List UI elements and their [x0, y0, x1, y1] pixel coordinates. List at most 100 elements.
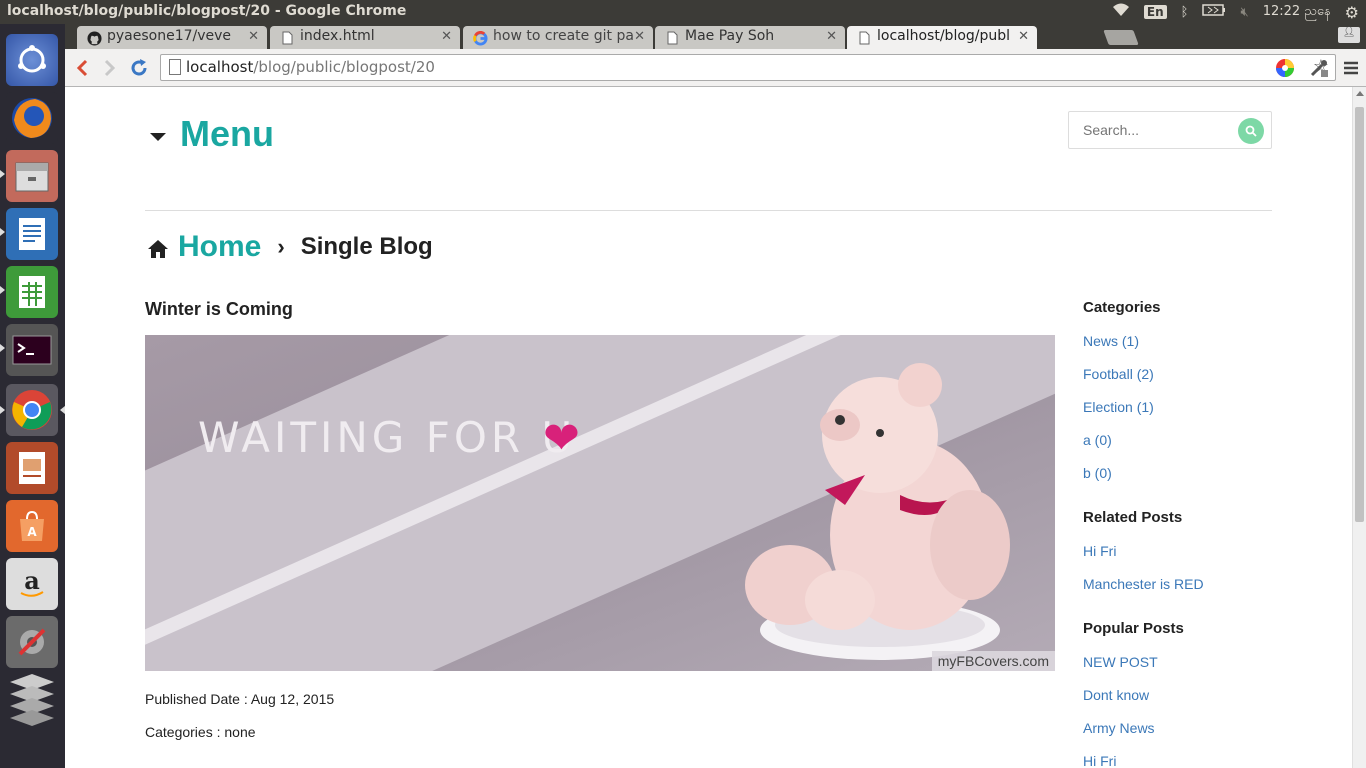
power-gear-icon[interactable]: ⚙: [1345, 3, 1359, 22]
profile-icon[interactable]: 👤︎: [1338, 27, 1360, 43]
caret-down-icon: [150, 133, 166, 141]
libreoffice-writer-icon[interactable]: [6, 208, 58, 260]
clock-period: ညနေ: [1304, 3, 1331, 19]
files-icon[interactable]: [6, 150, 58, 202]
close-icon[interactable]: ✕: [441, 29, 452, 44]
reload-button[interactable]: [126, 55, 152, 81]
tab-google-search[interactable]: how to create git pa ✕: [463, 26, 653, 49]
scroll-up-arrow-icon[interactable]: [1356, 91, 1364, 96]
header-divider: [145, 210, 1272, 211]
files-running-indicator: [0, 170, 5, 178]
page-icon: [279, 30, 295, 46]
color-picker-extension-icon[interactable]: [1274, 57, 1296, 79]
search-icon: [1245, 125, 1257, 137]
post-title: Winter is Coming: [145, 299, 293, 319]
terminal-running-indicator: [0, 344, 5, 352]
search-button[interactable]: [1238, 118, 1264, 144]
menu-toggle[interactable]: Menu: [150, 113, 274, 155]
home-icon: [148, 240, 168, 258]
category-link[interactable]: Election (1): [1083, 399, 1154, 415]
keyboard-language-indicator[interactable]: En: [1143, 5, 1167, 19]
tab-mae-pay-soh[interactable]: Mae Pay Soh ✕: [655, 26, 845, 49]
page-viewport: Menu Home › Single Blog Winter is Coming…: [65, 87, 1352, 768]
image-watermark: myFBCovers.com: [931, 651, 1055, 671]
post-categories: Categories : none: [145, 724, 256, 740]
search-box: [1068, 111, 1272, 149]
terminal-icon[interactable]: [6, 324, 58, 376]
eyedropper-extension-icon[interactable]: [1308, 57, 1330, 79]
popular-post-link[interactable]: Dont know: [1083, 687, 1149, 703]
github-icon: [86, 30, 102, 46]
category-link[interactable]: b (0): [1083, 465, 1112, 481]
calc-running-indicator: [0, 286, 5, 294]
popular-post-link[interactable]: Hi Fri: [1083, 753, 1116, 768]
popular-post-link[interactable]: Army News: [1083, 720, 1155, 736]
system-settings-icon[interactable]: [6, 616, 58, 668]
close-icon[interactable]: ✕: [826, 29, 837, 44]
breadcrumb-chevron-icon: ›: [277, 234, 285, 259]
svg-text:A: A: [27, 525, 37, 539]
wifi-icon[interactable]: [1112, 3, 1130, 21]
category-link[interactable]: a (0): [1083, 432, 1112, 448]
bluetooth-icon[interactable]: ᛒ: [1181, 5, 1189, 20]
address-bar[interactable]: localhost/blog/public/blogpost/20 ☆: [160, 54, 1336, 81]
page-icon: [169, 59, 181, 75]
breadcrumb-home-link[interactable]: Home: [178, 230, 261, 264]
category-link[interactable]: Football (2): [1083, 366, 1154, 382]
tab-label: Mae Pay Soh: [685, 28, 775, 44]
chrome-running-indicator: [0, 406, 5, 414]
tab-index-html[interactable]: index.html ✕: [270, 26, 460, 49]
scrollbar-thumb[interactable]: [1355, 107, 1364, 522]
teddy-bear-illustration: [745, 363, 1010, 660]
page-icon: [856, 30, 872, 46]
tab-label: localhost/blog/publ: [877, 28, 1011, 44]
tab-strip: pyaesone17/veve ✕ index.html ✕ how to cr…: [65, 24, 1366, 50]
breadcrumb: Home › Single Blog: [147, 230, 433, 264]
category-link[interactable]: News (1): [1083, 333, 1139, 349]
categories-heading: Categories: [1083, 299, 1161, 316]
close-icon[interactable]: ✕: [634, 29, 645, 44]
chrome-icon[interactable]: [6, 384, 58, 436]
related-post-link[interactable]: Hi Fri: [1083, 543, 1116, 559]
close-icon[interactable]: ✕: [248, 29, 259, 44]
related-posts-heading: Related Posts: [1083, 509, 1183, 526]
system-top-bar: localhost/blog/public/blogpost/20 - Goog…: [0, 0, 1366, 24]
new-tab-button[interactable]: [1103, 30, 1139, 45]
libreoffice-impress-icon[interactable]: [6, 442, 58, 494]
clock[interactable]: 12:22 ညနေ: [1263, 3, 1331, 22]
writer-running-indicator: [0, 228, 5, 236]
url-host: localhost: [186, 58, 254, 76]
chrome-menu-icon[interactable]: [1340, 57, 1362, 79]
search-input[interactable]: [1083, 122, 1233, 138]
popular-post-link[interactable]: NEW POST: [1083, 654, 1158, 670]
window-title: localhost/blog/public/blogpost/20 - Goog…: [7, 3, 407, 19]
published-date: Published Date : Aug 12, 2015: [145, 691, 335, 707]
page-scrollbar[interactable]: [1352, 87, 1366, 768]
software-center-icon[interactable]: A: [6, 500, 58, 552]
system-tray: En ᛒ 🔇︎ 12:22 ညနေ ⚙: [1105, 0, 1366, 24]
post-image: WAITING FOR U ❤ myFBCovers.com: [145, 335, 1055, 671]
related-post-link[interactable]: Manchester is RED: [1083, 576, 1204, 592]
breadcrumb-current: Single Blog: [300, 233, 433, 260]
amazon-icon[interactable]: a: [6, 558, 58, 610]
tab-label: how to create git pa: [493, 28, 634, 44]
libreoffice-calc-icon[interactable]: [6, 266, 58, 318]
tab-localhost-active[interactable]: localhost/blog/publ ✕: [847, 26, 1037, 50]
ubuntu-dash-icon[interactable]: [6, 34, 58, 86]
browser-toolbar: localhost/blog/public/blogpost/20 ☆: [65, 49, 1366, 87]
workspace-switcher-icon[interactable]: [6, 674, 58, 728]
back-button[interactable]: [69, 55, 95, 81]
url-text: localhost/blog/public/blogpost/20: [186, 58, 435, 76]
volume-muted-icon[interactable]: 🔇︎: [1240, 5, 1248, 20]
url-path: /blog/public/blogpost/20: [253, 58, 435, 76]
forward-button[interactable]: [97, 55, 123, 81]
battery-icon[interactable]: [1202, 4, 1226, 20]
page-icon: [664, 30, 680, 46]
menu-label: Menu: [180, 113, 274, 154]
firefox-icon[interactable]: [6, 92, 58, 144]
close-icon[interactable]: ✕: [1018, 29, 1029, 44]
google-icon: [472, 30, 488, 46]
heart-icon: ❤: [543, 414, 580, 463]
tab-github[interactable]: pyaesone17/veve ✕: [77, 26, 267, 49]
tab-label: pyaesone17/veve: [107, 28, 232, 44]
